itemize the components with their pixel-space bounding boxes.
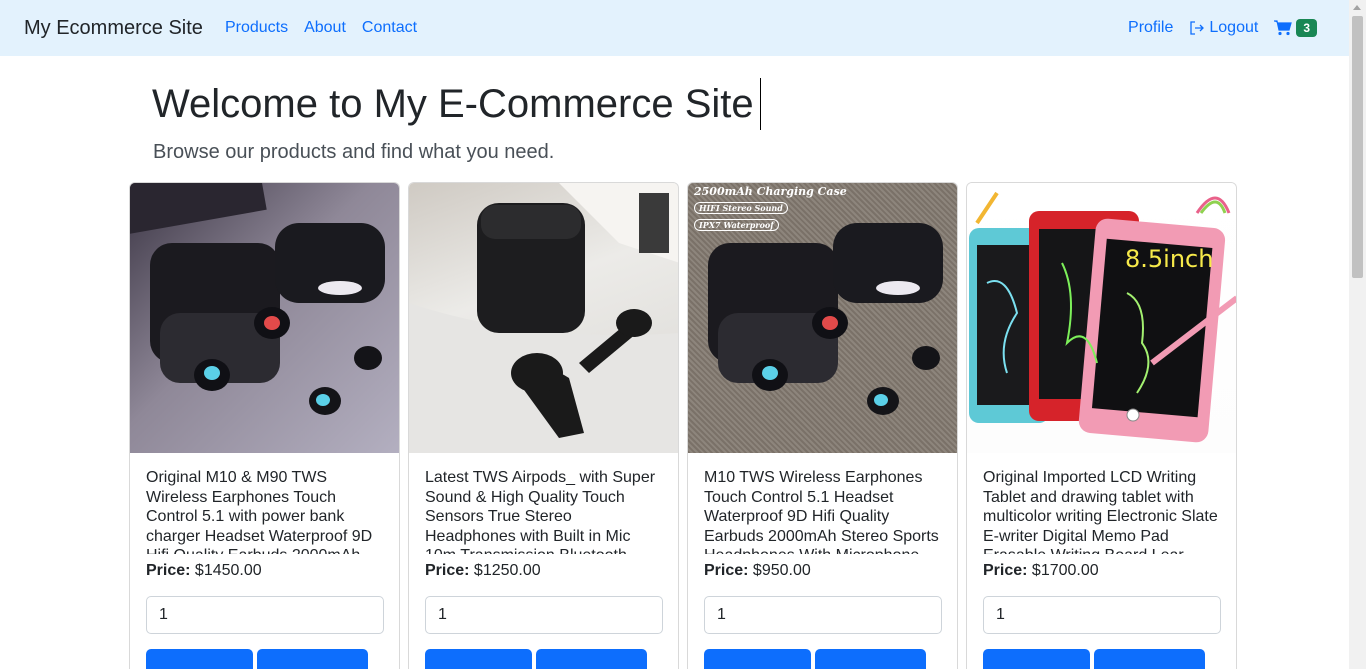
image-caption: 8.5inch [1125, 245, 1214, 273]
profile-link[interactable]: Profile [1128, 19, 1173, 37]
navbar: My Ecommerce Site Products About Contact… [0, 0, 1349, 56]
product-image[interactable] [130, 183, 399, 453]
product-action-button[interactable] [983, 649, 1090, 669]
product-price: Price: $1700.00 [983, 562, 1220, 580]
product-image[interactable]: 2500mAh Charging Case HIFI Stereo Sound … [688, 183, 957, 453]
cart-icon [1274, 20, 1293, 36]
price-value: $950.00 [752, 562, 811, 579]
product-action-button[interactable] [815, 649, 926, 669]
scroll-up-arrow-icon[interactable] [1353, 5, 1361, 10]
product-title[interactable]: M10 TWS Wireless Earphones Touch Control… [704, 468, 941, 554]
product-grid: Original M10 & M90 TWS Wireless Earphone… [129, 182, 1237, 669]
product-price: Price: $950.00 [704, 562, 941, 580]
scrollbar-thumb[interactable] [1352, 16, 1363, 278]
earbuds-case-illustration [130, 183, 385, 415]
product-image[interactable]: 8.5inch [967, 183, 1236, 453]
price-label: Price: [425, 562, 470, 579]
product-action-button[interactable] [536, 649, 647, 669]
nav-link-contact[interactable]: Contact [362, 19, 417, 37]
cart-button[interactable]: 3 [1274, 19, 1317, 37]
logout-link[interactable]: Logout [1189, 19, 1258, 37]
price-label: Price: [704, 562, 749, 579]
product-price: Price: $1450.00 [146, 562, 383, 580]
price-label: Price: [983, 562, 1028, 579]
image-caption: 2500mAh Charging Case [694, 185, 847, 198]
nav-link-products[interactable]: Products [225, 19, 288, 37]
product-card: Original M10 & M90 TWS Wireless Earphone… [129, 182, 400, 669]
product-price: Price: $1250.00 [425, 562, 662, 580]
page-scrollbar[interactable] [1349, 0, 1366, 669]
price-value: $1450.00 [194, 562, 262, 579]
product-title[interactable]: Original Imported LCD Writing Tablet and… [983, 468, 1220, 554]
price-label: Price: [146, 562, 191, 579]
image-caption: IPX7 Waterproof [694, 219, 779, 231]
page-subtitle: Browse our products and find what you ne… [153, 141, 555, 163]
product-card: Latest TWS Airpods_ with Super Sound & H… [408, 182, 679, 669]
product-image[interactable] [409, 183, 678, 453]
price-value: $1700.00 [1031, 562, 1099, 579]
quantity-input[interactable] [146, 596, 384, 634]
nav-link-about[interactable]: About [304, 19, 346, 37]
writing-tablet-illustration [969, 191, 1236, 443]
image-caption: HIFI Stereo Sound [694, 202, 788, 214]
brand-logo[interactable]: My Ecommerce Site [24, 17, 203, 40]
product-action-button[interactable] [257, 649, 368, 669]
quantity-input[interactable] [983, 596, 1221, 634]
product-action-button[interactable] [146, 649, 253, 669]
product-action-button[interactable] [1094, 649, 1205, 669]
product-action-button[interactable] [425, 649, 532, 669]
cart-count-badge: 3 [1296, 19, 1317, 37]
product-title[interactable]: Original M10 & M90 TWS Wireless Earphone… [146, 468, 383, 554]
page-title: Welcome to My E-Commerce Site [152, 82, 754, 126]
logout-label: Logout [1209, 19, 1259, 36]
product-action-button[interactable] [704, 649, 811, 669]
airpods-illustration [409, 183, 678, 453]
product-card: 8.5inch Original Imported LCD Writing Ta… [966, 182, 1237, 669]
price-value: $1250.00 [473, 562, 541, 579]
logout-icon [1190, 21, 1205, 35]
nav-right: Profile Logout 3 [1120, 19, 1325, 37]
product-title[interactable]: Latest TWS Airpods_ with Super Sound & H… [425, 468, 662, 554]
text-cursor [760, 78, 761, 130]
quantity-input[interactable] [704, 596, 942, 634]
product-card: 2500mAh Charging Case HIFI Stereo Sound … [687, 182, 958, 669]
quantity-input[interactable] [425, 596, 663, 634]
